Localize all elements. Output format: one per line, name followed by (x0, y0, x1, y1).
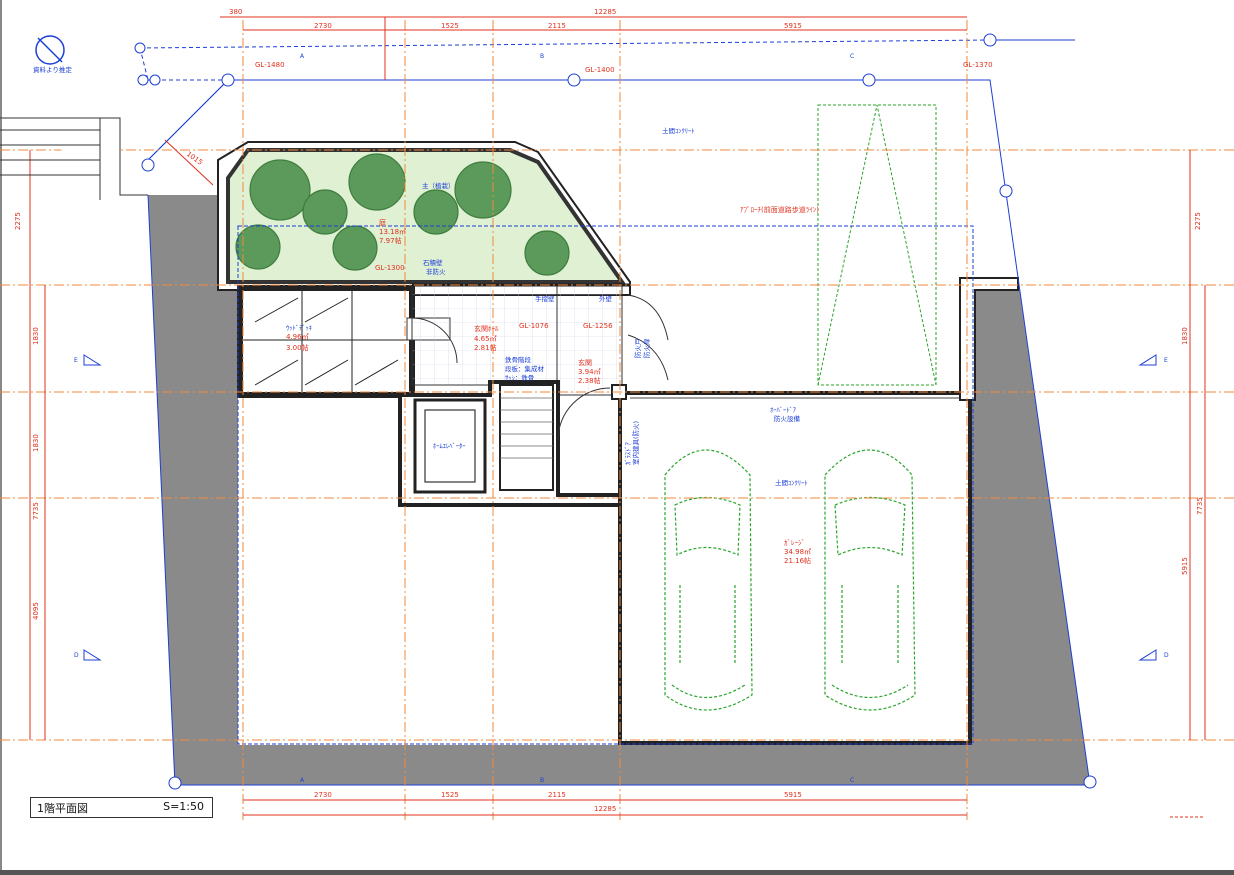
stair-note-1: 鉄骨階段 (505, 355, 532, 364)
tree-icon (332, 225, 378, 271)
garage-door-label: ｵｰﾊﾞｰﾄﾞｱ (770, 406, 797, 414)
section-d-left: D (74, 652, 79, 659)
tree-icon (249, 159, 311, 221)
shutter-label: 防火戸 (633, 338, 642, 358)
section-c-bottom: C (850, 777, 854, 784)
yard-name: ｳｯﾄﾞﾃﾞｯｷ (286, 324, 312, 332)
north-arrow-icon (35, 35, 65, 65)
entry-tsubo: 2.38帖 (578, 376, 601, 385)
dim-bottom-4: 5915 (784, 791, 802, 799)
stair (499, 384, 554, 491)
tree-icon (302, 189, 348, 235)
handrail-label: 手摺壁 (535, 294, 555, 303)
hall-name: 玄関ﾎｰﾙ (474, 324, 499, 333)
tree-icon (524, 230, 570, 276)
yard-tsubo: 3.00帖 (286, 343, 309, 352)
dim-left-lower: 4095 (32, 602, 40, 620)
dim-right-lower: 5915 (1181, 557, 1189, 575)
stair-note-3: ｻｯｼ：鉄骨 (505, 373, 534, 382)
dim-right-upper: 2275 (1194, 212, 1202, 230)
section-d-right: D (1164, 652, 1169, 659)
dim-right-total: 7735 (1196, 497, 1204, 515)
approach-label-2: 土間ｺﾝｸﾘｰﾄ (775, 478, 808, 487)
dim-left-total: 7735 (32, 502, 40, 520)
drawing-title-block: 1階平面図 S=1:50 (30, 797, 213, 818)
section-c-top: C (850, 53, 854, 60)
side-door-sub: 室内建具(防火) (631, 421, 640, 465)
dim-left-mid1: 1830 (32, 327, 40, 345)
level-gl-1256: GL-1256 (583, 322, 613, 330)
garden-name: 庭 (379, 218, 386, 227)
yard-area: 4.96㎡ (286, 333, 309, 341)
tree-icon (348, 153, 406, 211)
stair-note-2: 段板：集成材 (505, 364, 545, 373)
section-b-bottom: B (540, 777, 544, 784)
level-gl-1370: GL-1370 (963, 61, 993, 69)
elevator-label: ﾎｰﾑｴﾚﾍﾞｰﾀｰ (433, 442, 466, 450)
approach-steps (0, 117, 148, 200)
hall-tsubo: 2.81帖 (474, 343, 497, 352)
dim-right-mid: 1830 (1181, 327, 1189, 345)
dim-span-4: 5915 (784, 22, 802, 30)
dim-overall-bottom: 12285 (594, 805, 616, 813)
tree-label: 主（植栽） (422, 181, 455, 190)
dim-bottom-3: 2115 (548, 791, 566, 799)
garden-area: 13.18㎡ (379, 228, 406, 236)
corner-dim: 1015 (185, 150, 204, 167)
floor-plan-drawing: 380 12285 2730 1525 2115 5915 2730 1525 … (0, 8, 1234, 820)
approach-label: 土間ｺﾝｸﾘｰﾄ (662, 126, 695, 135)
section-e-right: E (1164, 357, 1168, 364)
dim-span-1: 2730 (314, 22, 332, 30)
dim-left-upper: 2275 (14, 212, 22, 230)
drawing-title: 1階平面図 (37, 802, 88, 815)
dim-offset: 380 (229, 8, 242, 16)
entry-name: 玄関 (578, 358, 592, 367)
garage-name: ｶﾞﾚｰｼﾞ (784, 539, 805, 547)
wall-sub: 非防火 (426, 267, 446, 276)
dim-bottom-2: 1525 (441, 791, 459, 799)
tree-icon (454, 161, 512, 219)
dim-bottom-1: 2730 (314, 791, 332, 799)
wall-label: 石積壁 (423, 258, 443, 267)
section-a-top: A (300, 53, 305, 60)
level-gl-1076: GL-1076 (519, 322, 549, 330)
garden-tsubo: 7.97帖 (379, 236, 402, 245)
level-gl-1300: GL-1300 (375, 264, 405, 272)
entry-area: 3.94㎡ (578, 368, 601, 376)
parking-space (817, 104, 937, 386)
drawing-scale: S=1:50 (163, 800, 204, 813)
ex-wall-label: 外壁 (599, 294, 613, 303)
side-door-label: ｶﾞﾗｽﾄﾞｱ (624, 442, 632, 466)
dim-left-mid2: 1830 (32, 434, 40, 452)
level-gl-1400: GL-1400 (585, 66, 615, 74)
drawing-sheet: 380 12285 2730 1525 2115 5915 2730 1525 … (0, 0, 1234, 870)
garage-door-sub: 防火設備 (774, 414, 801, 423)
section-e-left: E (74, 357, 78, 364)
shutter-sub: 防火扉 (642, 338, 651, 358)
tree-icon (413, 189, 459, 235)
dim-overall-top: 12285 (594, 8, 616, 16)
parking-label: ｱﾌﾟﾛｰﾁ(前面道路歩道ﾗｲﾝ) (740, 205, 819, 214)
dim-span-2: 1525 (441, 22, 459, 30)
hall-area: 4.65㎡ (474, 335, 497, 343)
garage-tsubo: 21.16帖 (784, 556, 811, 565)
garage-area: 34.98㎡ (784, 548, 811, 556)
dim-span-3: 2115 (548, 22, 566, 30)
level-gl-1480: GL-1480 (255, 61, 285, 69)
status-bar (0, 870, 1234, 875)
section-b-top: B (540, 53, 544, 60)
north-label: 資料より推定 (33, 65, 72, 74)
garage (618, 391, 972, 745)
